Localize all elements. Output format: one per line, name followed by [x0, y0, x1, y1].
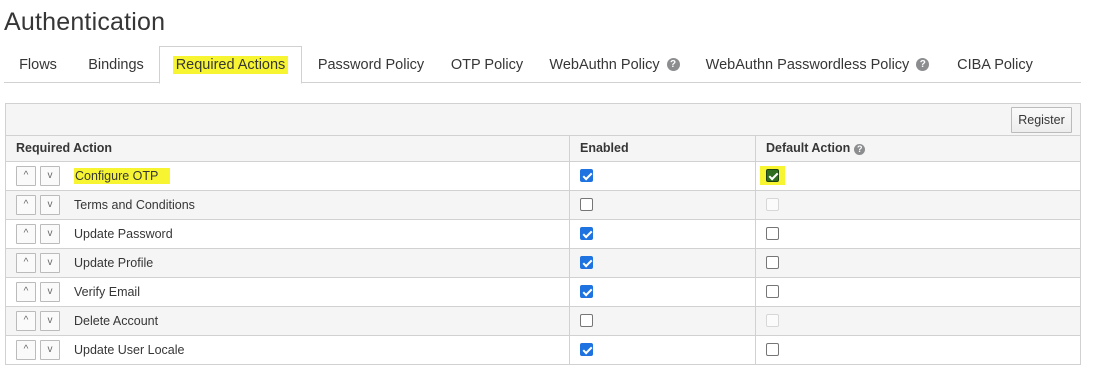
- required-action-label: Delete Account: [74, 314, 159, 328]
- table-row: ^ v Configure OTP: [6, 162, 1080, 191]
- tab-label: CIBA Policy: [957, 56, 1033, 73]
- enabled-cell: [569, 336, 755, 364]
- move-up-button[interactable]: ^: [16, 253, 36, 273]
- required-action-label: Update Profile: [74, 256, 154, 270]
- default-action-checkbox[interactable]: [766, 343, 779, 356]
- move-up-button[interactable]: ^: [16, 224, 36, 244]
- required-action-name: Update Profile: [74, 249, 153, 277]
- tab-password-policy[interactable]: Password Policy: [306, 46, 436, 83]
- required-action-cell: ^ v Delete Account: [6, 307, 569, 335]
- enabled-checkbox[interactable]: [580, 314, 593, 327]
- enabled-checkbox[interactable]: [580, 256, 593, 269]
- question-circle-icon[interactable]: ?: [666, 58, 680, 71]
- required-action-label: Update Password: [74, 227, 173, 241]
- enabled-cell: [569, 249, 755, 277]
- tab-flows[interactable]: Flows: [4, 46, 72, 83]
- tab-label: OTP Policy: [450, 56, 524, 73]
- tab-bar: Flows Bindings Required Actions Password…: [4, 46, 1081, 84]
- default-action-cell: [755, 307, 1080, 335]
- question-circle-icon[interactable]: ?: [854, 144, 866, 155]
- tab-otp-policy[interactable]: OTP Policy: [440, 46, 534, 83]
- move-up-button[interactable]: ^: [16, 195, 36, 215]
- enabled-checkbox[interactable]: [580, 285, 593, 298]
- default-action-cell: [755, 220, 1080, 248]
- required-action-cell: ^ v Configure OTP: [6, 162, 569, 190]
- tab-label: WebAuthn Passwordless Policy: [705, 56, 910, 73]
- enabled-checkbox[interactable]: [580, 227, 593, 240]
- tab-label: Flows: [19, 56, 57, 73]
- required-action-name: Configure OTP: [74, 162, 171, 190]
- required-action-cell: ^ v Terms and Conditions: [6, 191, 569, 219]
- move-up-button[interactable]: ^: [16, 311, 36, 331]
- column-header-default-action: Default Action?: [755, 136, 1080, 161]
- required-action-name: Update Password: [74, 220, 173, 248]
- column-header-enabled: Enabled: [569, 136, 755, 161]
- column-header-required-action: Required Action: [16, 141, 113, 155]
- move-down-button[interactable]: v: [40, 340, 60, 360]
- default-action-cell: [755, 336, 1080, 364]
- default-action-checkbox[interactable]: [766, 256, 779, 269]
- default-action-cell: [755, 162, 1080, 190]
- move-down-button[interactable]: v: [40, 311, 60, 331]
- default-action-cell: [755, 249, 1080, 277]
- required-action-cell: ^ v Verify Email: [6, 278, 569, 306]
- table-header: Required Action Enabled Default Action?: [6, 136, 1080, 162]
- required-action-label: Verify Email: [74, 285, 140, 299]
- default-action-cell: [755, 278, 1080, 306]
- enabled-checkbox[interactable]: [580, 169, 593, 182]
- required-action-cell: ^ v Update User Locale: [6, 336, 569, 364]
- required-action-name: Terms and Conditions: [74, 191, 195, 219]
- table-row: ^ v Update Profile: [6, 249, 1080, 278]
- tab-required-actions[interactable]: Required Actions: [159, 46, 302, 84]
- required-action-cell: ^ v Update Password: [6, 220, 569, 248]
- required-actions-panel: Register Required Action Enabled Default…: [5, 103, 1081, 365]
- required-action-cell: ^ v Update Profile: [6, 249, 569, 277]
- tab-label: Password Policy: [317, 56, 425, 73]
- move-down-button[interactable]: v: [40, 195, 60, 215]
- move-up-button[interactable]: ^: [16, 166, 36, 186]
- enabled-checkbox[interactable]: [580, 198, 593, 211]
- tab-label: Bindings: [88, 56, 144, 73]
- table-row: ^ v Delete Account: [6, 307, 1080, 336]
- default-action-checkbox[interactable]: [766, 285, 779, 298]
- required-action-name: Verify Email: [74, 278, 140, 306]
- move-down-button[interactable]: v: [40, 253, 60, 273]
- move-down-button[interactable]: v: [40, 224, 60, 244]
- required-action-label: Terms and Conditions: [74, 198, 195, 212]
- required-action-label: Configure OTP: [74, 168, 171, 184]
- required-action-name: Delete Account: [74, 307, 158, 335]
- tab-ciba-policy[interactable]: CIBA Policy: [944, 46, 1046, 83]
- default-action-checkbox[interactable]: [766, 169, 779, 182]
- table-row: ^ v Terms and Conditions: [6, 191, 1080, 220]
- enabled-cell: [569, 162, 755, 190]
- enabled-cell: [569, 307, 755, 335]
- move-down-button[interactable]: v: [40, 166, 60, 186]
- table-row: ^ v Update Password: [6, 220, 1080, 249]
- move-up-button[interactable]: ^: [16, 340, 36, 360]
- tab-webauthn-policy[interactable]: WebAuthn Policy?: [538, 46, 688, 83]
- enabled-cell: [569, 191, 755, 219]
- tab-bindings[interactable]: Bindings: [76, 46, 156, 83]
- default-action-checkbox: [766, 198, 779, 211]
- tab-label: Required Actions: [172, 56, 289, 74]
- question-circle-icon[interactable]: ?: [916, 58, 930, 71]
- tab-label: WebAuthn Policy: [549, 56, 660, 73]
- required-action-label: Update User Locale: [74, 343, 185, 357]
- page-title: Authentication: [4, 8, 166, 36]
- table-toolbar: Register: [6, 104, 1080, 136]
- default-action-cell: [755, 191, 1080, 219]
- table-row: ^ v Update User Locale: [6, 336, 1080, 365]
- required-action-name: Update User Locale: [74, 336, 184, 364]
- enabled-cell: [569, 220, 755, 248]
- enabled-checkbox[interactable]: [580, 343, 593, 356]
- column-header-label: Default Action: [766, 141, 851, 155]
- default-action-checkbox[interactable]: [766, 227, 779, 240]
- tab-webauthn-passwordless-policy[interactable]: WebAuthn Passwordless Policy?: [696, 46, 936, 83]
- register-button[interactable]: Register: [1011, 107, 1072, 133]
- default-action-checkbox: [766, 314, 779, 327]
- table-row: ^ v Verify Email: [6, 278, 1080, 307]
- move-down-button[interactable]: v: [40, 282, 60, 302]
- move-up-button[interactable]: ^: [16, 282, 36, 302]
- enabled-cell: [569, 278, 755, 306]
